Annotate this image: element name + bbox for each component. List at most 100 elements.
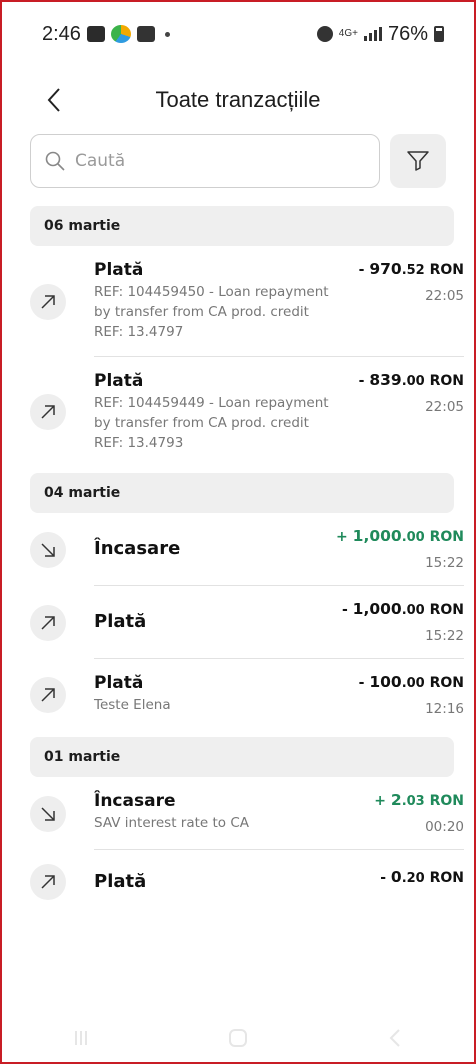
transaction-text: Plată Teste Elena xyxy=(94,673,344,717)
amount-sign: - xyxy=(380,870,391,886)
transaction-body: Încasare + 1,000.00 RON 15:22 xyxy=(94,527,464,586)
amount-decimals: .00 xyxy=(401,374,425,389)
date-header: 06 martie xyxy=(30,206,454,246)
alarm-icon xyxy=(316,26,333,42)
system-nav-bar xyxy=(2,1014,474,1062)
transaction-description: REF: 104459449 - Loan repayment by trans… xyxy=(94,395,329,451)
arrow-up-right-icon xyxy=(30,864,66,900)
page-title: Toate tranzacțiile xyxy=(155,87,321,112)
arrow-up-right-icon xyxy=(30,677,66,713)
amount-integer: 1,000 xyxy=(352,527,402,545)
transaction-title: Încasare xyxy=(94,537,181,559)
amount-integer: 100 xyxy=(369,673,402,691)
status-time: 2:46 xyxy=(42,22,81,45)
arrow-up-right-icon xyxy=(30,394,66,430)
transaction-text: Plată REF: 104459449 - Loan repayment by … xyxy=(94,371,344,453)
amount-currency: RON xyxy=(424,262,464,278)
transaction-amount: + 2.03 RON xyxy=(344,791,464,809)
transaction-text: Plată REF: 104459450 - Loan repayment by … xyxy=(94,260,344,342)
search-box[interactable] xyxy=(30,134,380,188)
transaction-group: 06 martie Plată REF: 104459450 - Loan repa… xyxy=(30,206,464,467)
arrow-up-right-icon xyxy=(30,283,66,320)
network-type: 4G+ xyxy=(338,28,358,39)
transaction-body: Plată REF: 104459449 - Loan repayment by … xyxy=(94,371,464,467)
transaction-amount: - 970.52 RON xyxy=(344,260,464,278)
battery-percent: 76% xyxy=(387,22,428,45)
transaction-row[interactable]: Plată - 1,000.00 RON 15:22 xyxy=(30,586,464,659)
header: Toate tranzacțiile xyxy=(2,74,474,126)
transaction-text: Plată xyxy=(94,600,342,644)
transaction-body: Plată - 0.20 RON xyxy=(94,868,464,910)
transaction-title: Plată xyxy=(94,870,147,892)
transaction-list: 06 martie Plată REF: 104459450 - Loan repa… xyxy=(30,206,464,1014)
amount-integer: 839 xyxy=(369,371,402,389)
amount-currency: RON xyxy=(424,793,464,809)
transaction-amount-column: + 1,000.00 RON 15:22 xyxy=(336,527,464,571)
app-notification-icon xyxy=(110,25,131,43)
transaction-amount: - 1,000.00 RON xyxy=(342,600,464,618)
transaction-text: Încasare xyxy=(94,527,336,571)
date-header: 04 martie xyxy=(30,473,454,513)
search-input[interactable] xyxy=(75,151,365,171)
transaction-row[interactable]: Plată Teste Elena - 100.00 RON 12:16 xyxy=(30,659,464,731)
amount-sign: - xyxy=(358,262,370,278)
amount-currency: RON xyxy=(424,373,464,389)
transaction-time: 22:05 xyxy=(425,399,464,415)
transaction-description: SAV interest rate to CA xyxy=(94,815,250,831)
transaction-amount-column: - 1,000.00 RON 15:22 xyxy=(342,600,464,644)
transaction-row[interactable]: Încasare SAV interest rate to CA + 2.03 RO… xyxy=(30,777,464,850)
mail-icon xyxy=(136,26,155,42)
transaction-body: Plată Teste Elena - 100.00 RON 12:16 xyxy=(94,673,464,731)
amount-integer: 2 xyxy=(390,791,402,809)
amount-sign: - xyxy=(358,373,370,389)
amount-sign: - xyxy=(341,602,353,618)
amount-decimals: .20 xyxy=(401,871,425,886)
transaction-time: 00:20 xyxy=(425,819,464,835)
transaction-time: 15:22 xyxy=(425,555,464,571)
transaction-row[interactable]: Plată - 0.20 RON xyxy=(30,850,464,914)
system-back-button[interactable] xyxy=(380,1028,410,1048)
transaction-description: Teste Elena xyxy=(94,697,171,713)
search-row xyxy=(30,134,446,188)
amount-sign: + xyxy=(336,529,353,545)
transaction-row[interactable]: Plată REF: 104459449 - Loan repayment by … xyxy=(30,357,464,467)
amount-currency: RON xyxy=(424,870,464,886)
transaction-row[interactable]: Plată REF: 104459450 - Loan repayment by … xyxy=(30,246,464,357)
transaction-amount-column: - 970.52 RON 22:05 xyxy=(344,260,464,342)
app-frame: 2:46 4G+ 76% Toate tranzacțiile 06 marti… xyxy=(0,0,476,1064)
transaction-time: 22:05 xyxy=(425,288,464,304)
date-header: 01 martie xyxy=(30,737,454,777)
filter-icon xyxy=(407,151,429,171)
status-bar: 2:46 4G+ 76% xyxy=(2,2,474,66)
battery-icon xyxy=(434,26,444,42)
transaction-amount-column: - 100.00 RON 12:16 xyxy=(344,673,464,717)
recent-apps-button[interactable] xyxy=(66,1028,96,1048)
transaction-body: Plată REF: 104459450 - Loan repayment by … xyxy=(94,260,464,357)
amount-sign: + xyxy=(374,793,391,809)
transaction-amount: - 100.00 RON xyxy=(344,673,464,691)
transaction-text: Încasare SAV interest rate to CA xyxy=(94,791,344,835)
filter-button[interactable] xyxy=(390,134,446,188)
search-icon xyxy=(45,151,65,171)
home-button[interactable] xyxy=(223,1028,253,1048)
transaction-row[interactable]: Încasare + 1,000.00 RON 15:22 xyxy=(30,513,464,586)
amount-integer: 1,000 xyxy=(352,600,402,618)
transaction-time: 15:22 xyxy=(425,628,464,644)
transaction-amount-column: + 2.03 RON 00:20 xyxy=(344,791,464,835)
amount-sign: - xyxy=(358,675,370,691)
gallery-icon xyxy=(86,26,105,42)
more-notifications-icon xyxy=(164,31,170,37)
transaction-title: Plată xyxy=(94,371,144,391)
amount-decimals: .03 xyxy=(401,794,425,809)
back-icon xyxy=(389,1029,401,1047)
amount-integer: 0 xyxy=(390,868,402,886)
amount-decimals: .52 xyxy=(401,263,425,278)
chevron-left-icon xyxy=(47,88,60,112)
transaction-description: REF: 104459450 - Loan repayment by trans… xyxy=(94,284,329,340)
transaction-amount-column: - 839.00 RON 22:05 xyxy=(344,371,464,453)
amount-decimals: .00 xyxy=(401,530,425,545)
amount-decimals: .00 xyxy=(401,676,425,691)
transaction-body: Încasare SAV interest rate to CA + 2.03 RO… xyxy=(94,791,464,850)
status-left: 2:46 xyxy=(42,23,170,46)
back-button[interactable] xyxy=(36,82,72,118)
